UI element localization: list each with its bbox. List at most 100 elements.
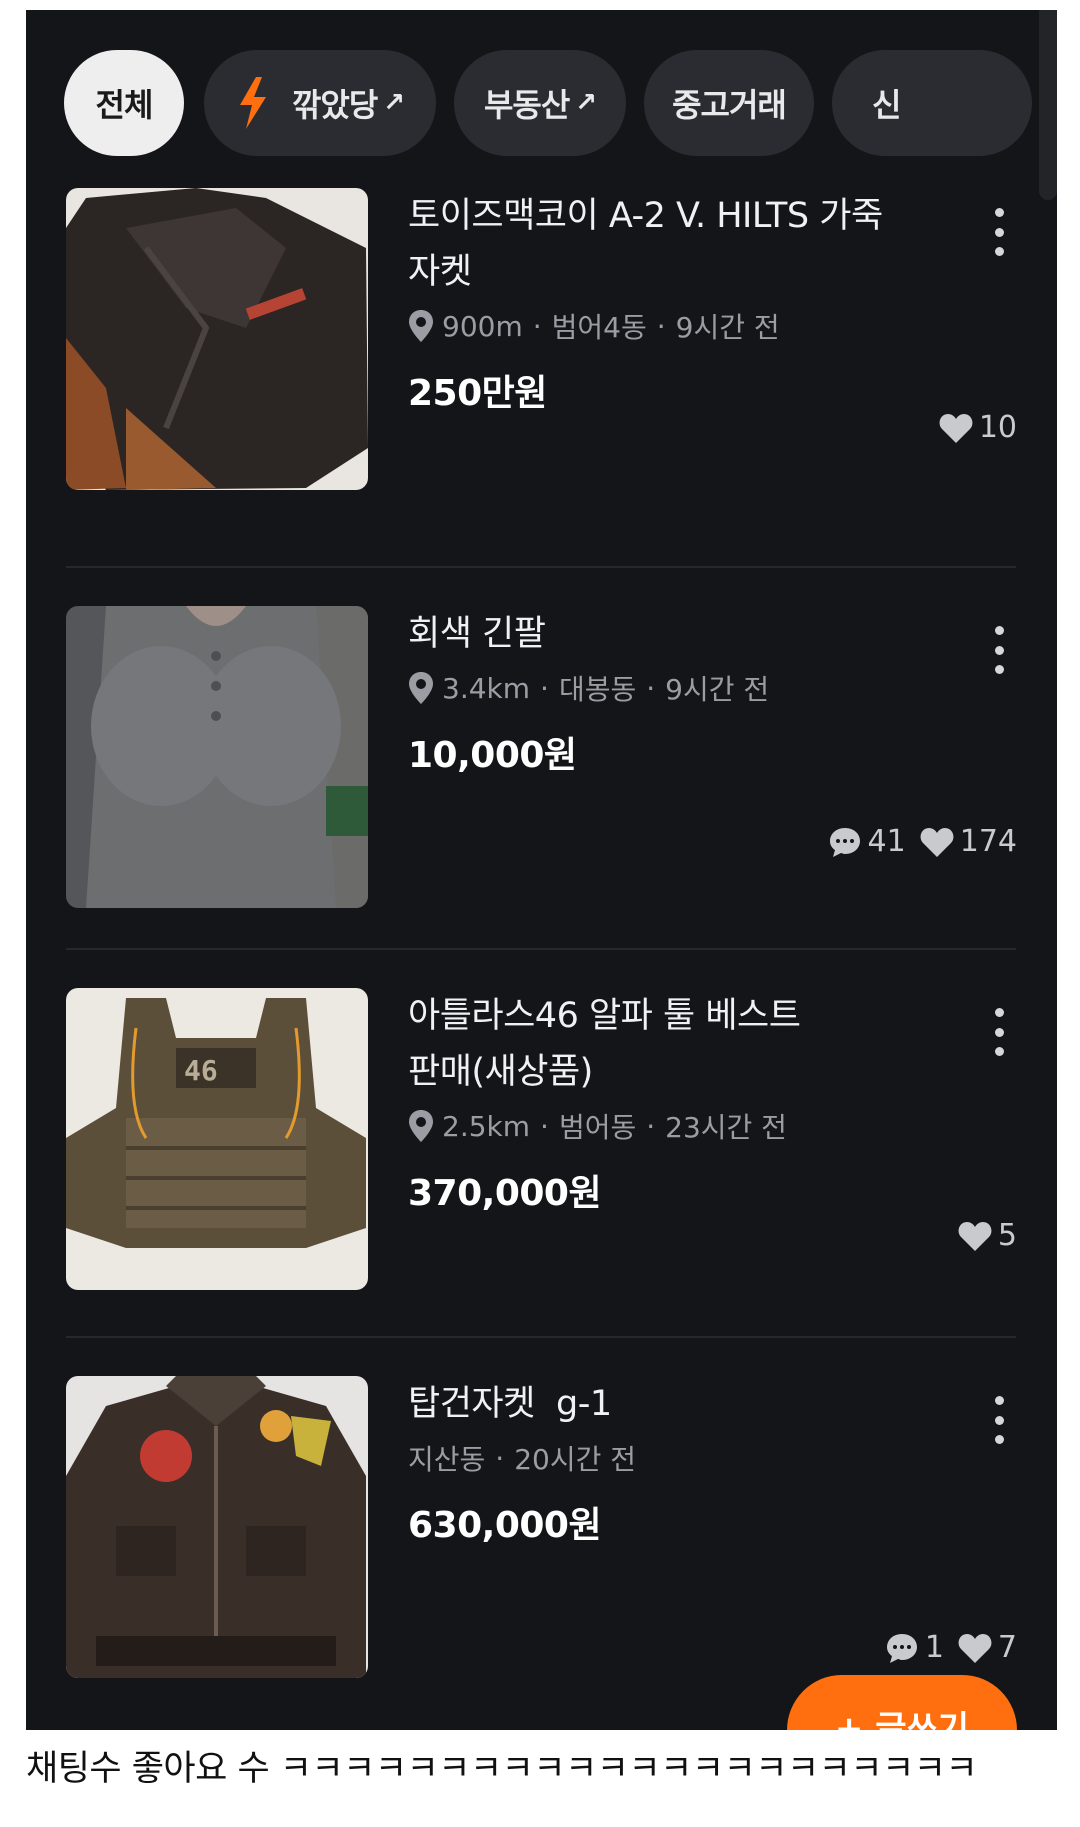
listing-thumbnail[interactable] bbox=[66, 1376, 368, 1678]
lightning-bolt-icon bbox=[239, 77, 266, 129]
location-pin-icon bbox=[409, 672, 433, 704]
listing-thumbnail[interactable]: 46 bbox=[66, 988, 368, 1290]
chip-new[interactable]: 신 bbox=[832, 50, 1032, 156]
like-count: 174 bbox=[920, 824, 1017, 859]
write-post-button[interactable]: + 글쓰기 bbox=[787, 1675, 1017, 1730]
caption-text: 채팅수 좋아요 수 ㅋㅋㅋㅋㅋㅋㅋㅋㅋㅋㅋㅋㅋㅋㅋㅋㅋㅋㅋㅋㅋㅋ bbox=[26, 1749, 978, 1789]
listing-stats: 5 bbox=[944, 1218, 1017, 1253]
chat-count-value: 41 bbox=[867, 824, 906, 859]
listing-info: 아틀라스46 알파 툴 베스트 판매(새상품) 2.5km · 범어동 · 23… bbox=[408, 988, 928, 1216]
meta-separator: · bbox=[540, 1109, 549, 1143]
listing-stats: 41 174 bbox=[814, 824, 1017, 859]
leather-jacket-image bbox=[66, 188, 368, 490]
title-line: 탑건자켓 g-1 bbox=[408, 1384, 612, 1424]
like-count-value: 10 bbox=[978, 410, 1017, 445]
listing-time: 9시간 전 bbox=[675, 311, 780, 344]
more-options-button[interactable] bbox=[981, 1388, 1017, 1452]
listing-title: 토이즈맥코이 A-2 V. HILTS 가죽 자켓 bbox=[408, 188, 928, 300]
listing-location: 범어4동 bbox=[551, 311, 647, 344]
heart-icon bbox=[939, 413, 973, 443]
chip-all[interactable]: 전체 bbox=[64, 50, 184, 156]
external-arrow-icon: ↗ bbox=[575, 88, 597, 118]
listing-distance: 3.4km bbox=[442, 671, 531, 705]
listing-thumbnail[interactable] bbox=[66, 606, 368, 908]
chip-used-trade[interactable]: 중고거래 bbox=[644, 50, 814, 156]
chip-kkakatdang[interactable]: 깎았당 ↗ bbox=[204, 50, 436, 156]
like-count: 7 bbox=[958, 1630, 1017, 1665]
listing-title: 아틀라스46 알파 툴 베스트 판매(새상품) bbox=[408, 988, 928, 1100]
heart-icon bbox=[920, 827, 954, 857]
chat-count: 41 bbox=[828, 824, 906, 859]
external-arrow-icon: ↗ bbox=[383, 88, 405, 118]
chat-count: 1 bbox=[885, 1630, 944, 1665]
more-options-button[interactable] bbox=[981, 618, 1017, 682]
listing-meta: 900m · 범어4동 · 9시간 전 bbox=[408, 306, 928, 346]
chip-label: 신 bbox=[872, 86, 901, 124]
like-count: 10 bbox=[939, 410, 1017, 445]
title-line: 자켓 bbox=[408, 252, 472, 292]
listing-item[interactable]: 46 아틀라스46 알파 툴 베스트 판매(새상품) 2.5km · 범어동 ·… bbox=[26, 988, 1057, 1368]
meta-separator: · bbox=[540, 671, 549, 705]
listing-info: 회색 긴팔 3.4km · 대봉동 · 9시간 전 10,000원 bbox=[408, 606, 928, 778]
chat-bubble-icon bbox=[886, 1633, 917, 1663]
listing-time: 20시간 전 bbox=[514, 1443, 636, 1476]
filter-chip-bar: 전체 깎았당 ↗ 부동산 ↗ 중고거래 신 bbox=[64, 50, 1057, 156]
listing-info: 토이즈맥코이 A-2 V. HILTS 가죽 자켓 900m · 범어4동 · … bbox=[408, 188, 928, 416]
location-pin-icon bbox=[409, 310, 433, 342]
more-options-button[interactable] bbox=[981, 1000, 1017, 1064]
listing-meta: 2.5km · 범어동 · 23시간 전 bbox=[408, 1106, 928, 1146]
listing-distance: 900m bbox=[442, 309, 523, 343]
meta-separator: · bbox=[495, 1441, 505, 1475]
listing-price: 250만원 bbox=[408, 373, 547, 414]
listing-item[interactable]: 회색 긴팔 3.4km · 대봉동 · 9시간 전 10,000원 41 174 bbox=[26, 606, 1057, 986]
chat-count-value: 1 bbox=[924, 1630, 944, 1665]
like-count-value: 5 bbox=[997, 1218, 1017, 1253]
location-pin-icon bbox=[409, 1110, 433, 1142]
gray-shirt-image bbox=[66, 606, 368, 908]
like-count-value: 174 bbox=[959, 824, 1017, 859]
more-options-button[interactable] bbox=[981, 200, 1017, 264]
write-post-label: + 글쓰기 bbox=[834, 1709, 970, 1730]
chip-label: 부동산 bbox=[483, 86, 570, 124]
tactical-vest-image: 46 bbox=[66, 988, 368, 1290]
listing-price: 630,000원 bbox=[408, 1505, 602, 1546]
meta-separator: · bbox=[646, 1109, 656, 1143]
title-line: 판매(새상품) bbox=[408, 1052, 593, 1092]
listing-time: 23시간 전 bbox=[665, 1111, 787, 1144]
listing-time: 9시간 전 bbox=[665, 673, 770, 706]
meta-separator: · bbox=[532, 309, 542, 343]
meta-separator: · bbox=[656, 309, 666, 343]
chip-label: 중고거래 bbox=[672, 86, 787, 124]
like-count-value: 7 bbox=[997, 1630, 1017, 1665]
app-screen: 전체 깎았당 ↗ 부동산 ↗ 중고거래 신 토이즈맥코이 A-2 V. HILT… bbox=[26, 10, 1057, 1730]
listing-item[interactable]: 토이즈맥코이 A-2 V. HILTS 가죽 자켓 900m · 범어4동 · … bbox=[26, 188, 1057, 568]
g1-jacket-image bbox=[66, 1376, 368, 1678]
chat-bubble-icon bbox=[829, 827, 860, 857]
chip-real-estate[interactable]: 부동산 ↗ bbox=[454, 50, 626, 156]
listing-meta: 3.4km · 대봉동 · 9시간 전 bbox=[408, 668, 928, 708]
listing-title: 탑건자켓 g-1 bbox=[408, 1376, 928, 1432]
svg-text:46: 46 bbox=[184, 1054, 218, 1087]
divider bbox=[66, 1336, 1016, 1338]
listing-meta: 지산동 · 20시간 전 bbox=[408, 1438, 928, 1478]
heart-icon bbox=[958, 1221, 992, 1251]
chip-label: 깎았당 bbox=[291, 86, 378, 124]
divider bbox=[66, 948, 1016, 950]
listing-location: 범어동 bbox=[558, 1111, 637, 1144]
listing-location: 대봉동 bbox=[558, 673, 637, 706]
listing-distance: 2.5km bbox=[442, 1109, 531, 1143]
listing-info: 탑건자켓 g-1 지산동 · 20시간 전 630,000원 bbox=[408, 1376, 928, 1548]
title-line: 회색 긴팔 bbox=[408, 614, 546, 654]
like-count: 5 bbox=[958, 1218, 1017, 1253]
heart-icon bbox=[958, 1633, 992, 1663]
listing-title: 회색 긴팔 bbox=[408, 606, 928, 662]
title-line: 아틀라스46 알파 툴 베스트 bbox=[408, 996, 801, 1036]
listing-stats: 10 bbox=[925, 410, 1017, 445]
title-line: 토이즈맥코이 A-2 V. HILTS 가죽 bbox=[408, 196, 883, 236]
listing-location: 지산동 bbox=[408, 1443, 486, 1476]
listing-stats: 1 7 bbox=[871, 1630, 1017, 1665]
listing-thumbnail[interactable] bbox=[66, 188, 368, 490]
listing-price: 10,000원 bbox=[408, 735, 577, 776]
listing-price: 370,000원 bbox=[408, 1173, 602, 1214]
meta-separator: · bbox=[646, 671, 656, 705]
